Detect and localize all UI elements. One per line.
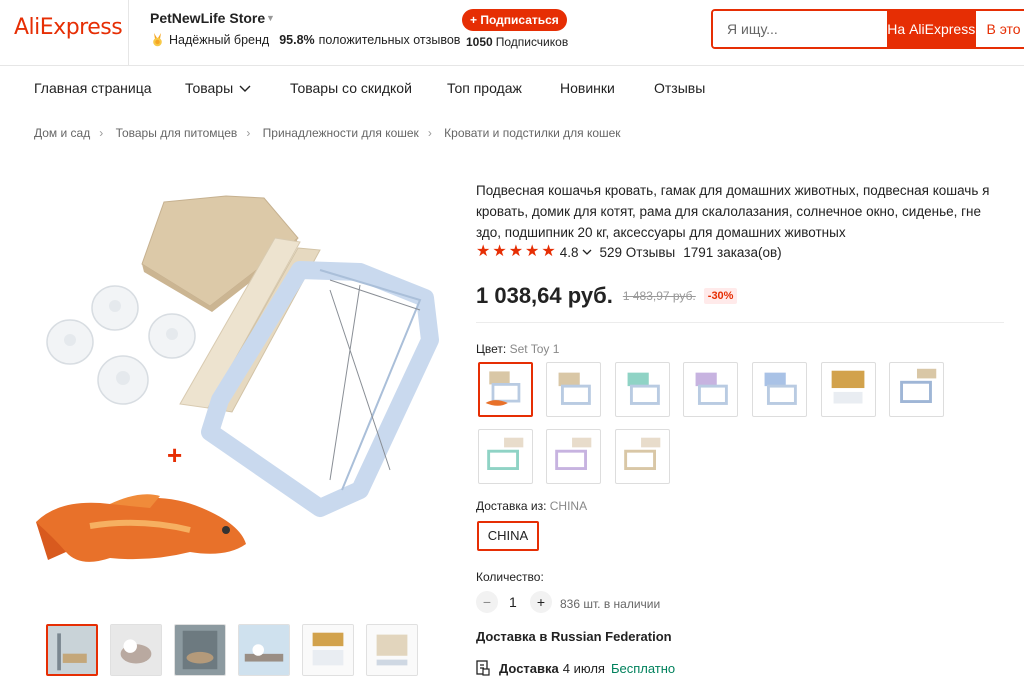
subscribers-count: 1050 Подписчиков bbox=[466, 35, 568, 49]
search-input[interactable] bbox=[713, 11, 887, 47]
chevron-right-icon: › bbox=[246, 126, 251, 140]
quantity-decrease-button[interactable]: − bbox=[476, 591, 498, 613]
ship-from-label: Доставка из: CHINA bbox=[476, 499, 587, 513]
color-label: Цвет: Set Toy 1 bbox=[476, 342, 559, 356]
swatch-9[interactable] bbox=[546, 429, 601, 484]
delivery-date: 4 июля bbox=[562, 660, 605, 676]
thumbnail-2[interactable] bbox=[110, 624, 162, 676]
ship-from-label-text: Доставка из: bbox=[476, 499, 547, 513]
breadcrumb-item[interactable]: Принадлежности для кошек bbox=[263, 126, 419, 140]
orders-count: 1791 заказа(ов) bbox=[683, 244, 782, 260]
divider bbox=[476, 322, 1004, 323]
delivery-label: Доставка bbox=[499, 660, 559, 676]
nav-reviews[interactable]: Отзывы bbox=[654, 80, 705, 96]
quantity-increase-button[interactable]: + bbox=[530, 591, 552, 613]
swatch-5[interactable] bbox=[752, 362, 807, 417]
breadcrumb-item[interactable]: Дом и сад bbox=[34, 126, 90, 140]
breadcrumb: Дом и сад › Товары для питомцев › Принадле… bbox=[34, 126, 621, 140]
trusted-brand-label: Надёжный бренд bbox=[169, 33, 270, 47]
ship-from-value: CHINA bbox=[549, 499, 588, 513]
swatch-2[interactable] bbox=[546, 362, 601, 417]
top-header: AliExpress PetNewLife Store ▼ Надёжный б… bbox=[0, 0, 1024, 66]
star-icon: ★ bbox=[476, 243, 491, 260]
thumbnail-5[interactable] bbox=[302, 624, 354, 676]
search-aliexpress-button[interactable]: На AliExpress bbox=[887, 11, 976, 47]
chevron-down-icon[interactable]: ▼ bbox=[266, 13, 275, 23]
delivery-destination: Доставка в Russian Federation bbox=[476, 629, 672, 644]
color-value: Set Toy 1 bbox=[509, 342, 560, 356]
positive-feedback-pct: 95.8% bbox=[279, 33, 315, 47]
search-store-button[interactable]: В это bbox=[975, 11, 1024, 47]
delivery-cost: Бесплатно bbox=[610, 660, 676, 676]
old-price: 1 483,97 руб. bbox=[622, 289, 696, 303]
breadcrumb-item[interactable]: Товары для питомцев bbox=[116, 126, 238, 140]
rating-stars: ★ ★ ★ ★ ★ bbox=[476, 244, 556, 260]
stock-count: 836 шт. в наличии bbox=[560, 597, 661, 611]
swatch-set-toy-1[interactable] bbox=[478, 362, 533, 417]
star-icon: ★ bbox=[541, 243, 556, 260]
swatch-3[interactable] bbox=[615, 362, 670, 417]
search-bar: На AliExpress В это bbox=[711, 9, 1024, 49]
discount-badge: -30% bbox=[703, 288, 738, 304]
swatch-4[interactable] bbox=[683, 362, 738, 417]
nav-products[interactable]: Товары bbox=[185, 80, 251, 96]
store-name[interactable]: PetNewLife Store bbox=[150, 10, 265, 26]
shipping-doc-icon bbox=[476, 660, 490, 676]
subscribe-button[interactable]: + Подписаться bbox=[462, 9, 567, 31]
store-nav: Главная страница Товары Товары со скидко… bbox=[0, 80, 1024, 100]
header-divider bbox=[128, 0, 129, 66]
svg-text:+: + bbox=[167, 440, 182, 470]
price-row: 1 038,64 руб. 1 483,97 руб. -30% bbox=[476, 283, 738, 309]
chevron-right-icon: › bbox=[427, 126, 432, 140]
nav-new[interactable]: Новинки bbox=[560, 80, 615, 96]
swatch-10[interactable] bbox=[615, 429, 670, 484]
color-label-text: Цвет: bbox=[476, 342, 507, 356]
thumbnail-strip bbox=[46, 624, 418, 676]
product-title: Подвесная кошачья кровать, гамак для дом… bbox=[476, 183, 990, 240]
ship-from-option-china[interactable]: CHINA bbox=[477, 521, 539, 551]
swatch-6[interactable] bbox=[821, 362, 876, 417]
star-icon: ★ bbox=[492, 243, 507, 260]
subscribers-number: 1050 bbox=[466, 35, 493, 49]
reviews-count[interactable]: 529 Отзывы bbox=[600, 245, 676, 260]
nav-products-label: Товары bbox=[185, 80, 234, 96]
breadcrumb-item[interactable]: Кровати и подстилки для кошек bbox=[444, 126, 620, 140]
main-product-image[interactable]: + bbox=[30, 190, 450, 590]
medal-icon bbox=[153, 33, 162, 47]
nav-top-sales[interactable]: Топ продаж bbox=[447, 80, 522, 96]
chevron-down-icon[interactable] bbox=[582, 249, 592, 256]
store-trust-row: Надёжный бренд 95.8% положительных отзыв… bbox=[152, 33, 460, 47]
chevron-right-icon: › bbox=[99, 126, 104, 140]
rating-row: ★ ★ ★ ★ ★ 4.8 529 Отзывы 1791 заказа(ов) bbox=[476, 244, 782, 260]
swatch-8[interactable] bbox=[478, 429, 533, 484]
star-icon: ★ bbox=[508, 243, 524, 260]
nav-home[interactable]: Главная страница bbox=[34, 80, 152, 96]
chevron-down-icon bbox=[239, 85, 251, 93]
nav-discounts[interactable]: Товары со скидкой bbox=[290, 80, 412, 96]
current-price: 1 038,64 руб. bbox=[476, 283, 613, 308]
positive-feedback-label: положительных отзывов bbox=[318, 33, 461, 47]
quantity-value[interactable]: 1 bbox=[509, 594, 517, 610]
swatch-7[interactable] bbox=[889, 362, 944, 417]
rating-value[interactable]: 4.8 bbox=[560, 245, 579, 260]
thumbnail-3[interactable] bbox=[174, 624, 226, 676]
star-icon: ★ bbox=[525, 243, 540, 260]
thumbnail-1[interactable] bbox=[46, 624, 98, 676]
delivery-row: Доставка 4 июля Бесплатно bbox=[476, 660, 675, 676]
thumbnail-4[interactable] bbox=[238, 624, 290, 676]
subscribers-label: Подписчиков bbox=[495, 35, 569, 49]
quantity-label: Количество: bbox=[476, 570, 544, 584]
aliexpress-logo[interactable]: AliExpress bbox=[14, 15, 123, 40]
thumbnail-6[interactable] bbox=[366, 624, 418, 676]
